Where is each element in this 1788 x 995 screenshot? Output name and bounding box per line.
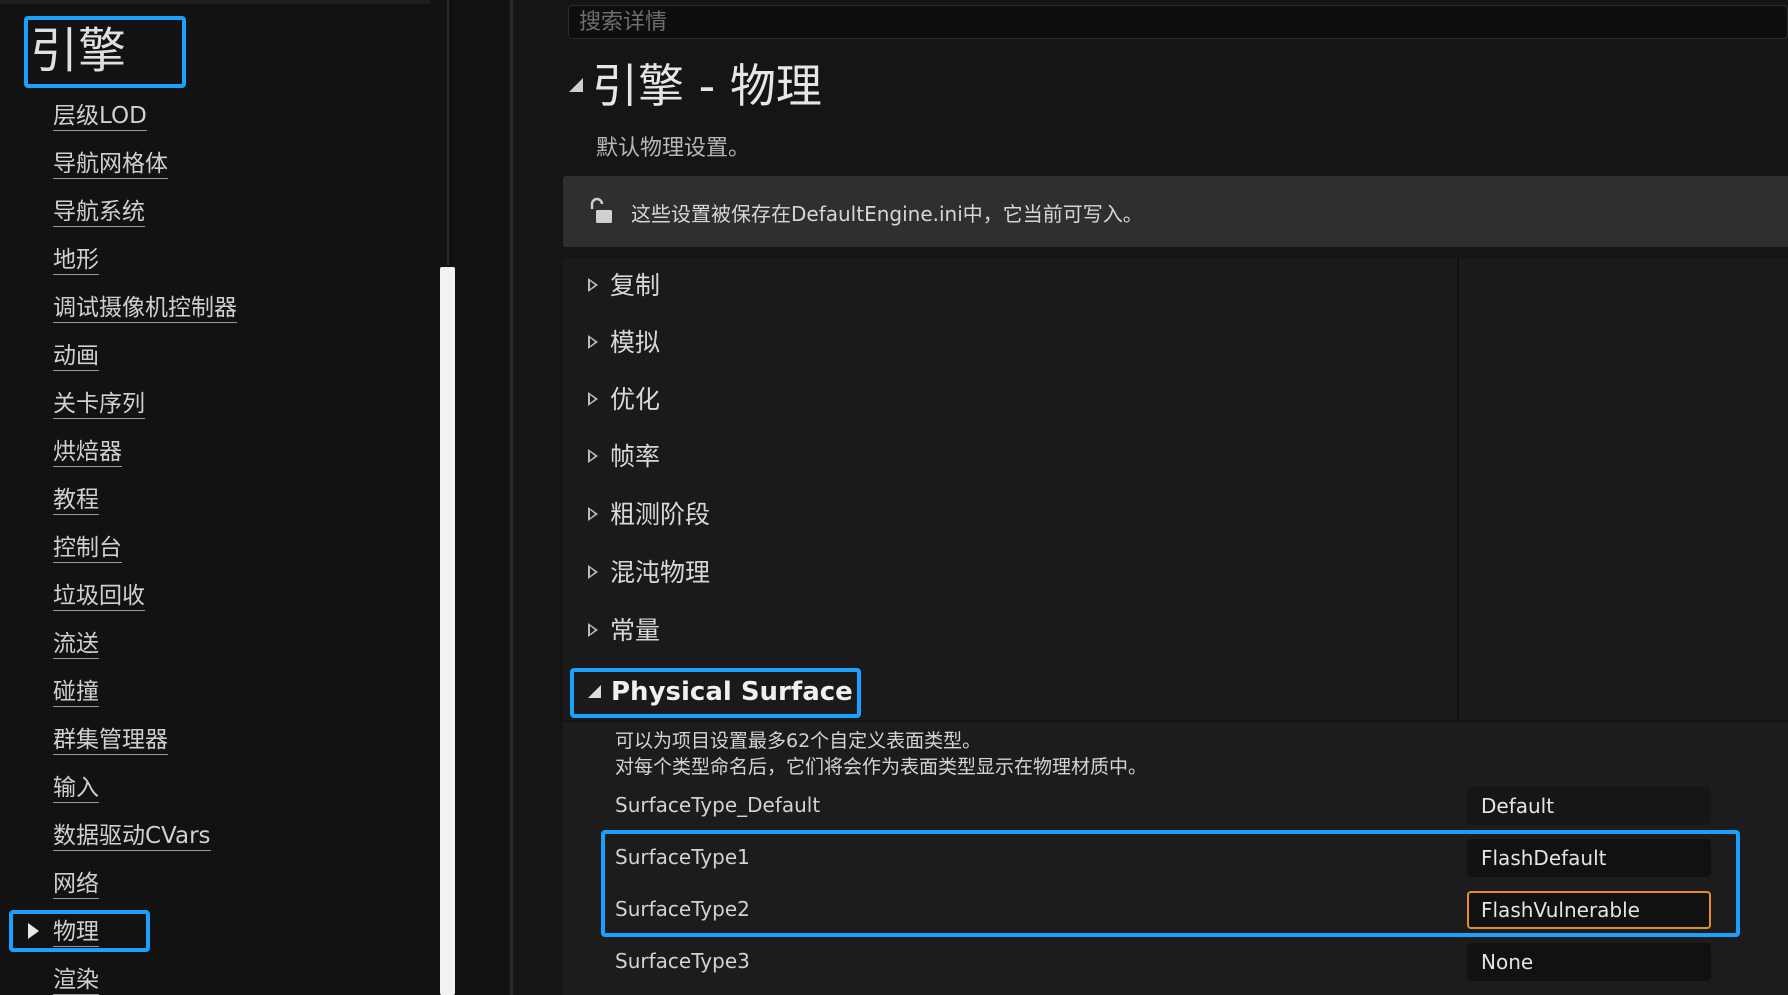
expand-arrow-icon (588, 565, 598, 579)
surface-type3-input[interactable]: None (1467, 943, 1711, 981)
expand-arrow-icon (588, 623, 598, 637)
sidebar-item-label: 导航网格体 (53, 151, 168, 179)
surface-default-value: Default (1467, 787, 1711, 825)
sidebar-item-label: 垃圾回收 (53, 583, 145, 611)
category-chaos-physics[interactable]: 混沌物理 (588, 553, 710, 593)
sidebar-item-label: 网络 (53, 871, 99, 899)
sidebar-item-crowd-manager[interactable]: 群集管理器 (0, 720, 420, 760)
page-title: 引擎 - 物理 (592, 59, 822, 113)
sidebar-item-label: 渲染 (53, 967, 99, 995)
panel-gutter (455, 0, 512, 995)
category-simulation[interactable]: 模拟 (588, 323, 660, 363)
sidebar-item-rendering[interactable]: 渲染 (0, 960, 420, 995)
sidebar-item-input[interactable]: 输入 (0, 768, 420, 808)
sidebar-item-label: 数据驱动CVars (53, 823, 211, 851)
sidebar-item-label: 关卡序列 (53, 391, 145, 419)
category-label: 优化 (610, 385, 661, 414)
expand-arrow-icon (588, 392, 598, 406)
sidebar-item-label: 输入 (53, 775, 99, 803)
physical-surface-description: 可以为项目设置最多62个自定义表面类型。 对每个类型命名后，它们将会作为表面类型… (615, 728, 1147, 780)
sidebar-item-label: 地形 (53, 247, 99, 275)
sidebar-item-navsystem[interactable]: 导航系统 (0, 192, 420, 232)
notice-text: 这些设置被保存在DefaultEngine.ini中，它当前可写入。 (631, 202, 1143, 226)
expand-arrow-icon (588, 507, 598, 521)
sidebar-scrollbar[interactable] (440, 267, 455, 995)
sidebar-item-hlod[interactable]: 层级LOD (0, 96, 420, 136)
sidebar-item-landscape[interactable]: 地形 (0, 240, 420, 280)
sidebar-item-level-sequence[interactable]: 关卡序列 (0, 384, 420, 424)
category-label: 常量 (610, 616, 661, 645)
category-replication[interactable]: 复制 (588, 266, 660, 306)
category-optimization[interactable]: 优化 (588, 380, 660, 420)
sidebar-item-garbage-collection[interactable]: 垃圾回收 (0, 576, 420, 616)
category-label: 粗测阶段 (610, 500, 711, 529)
sidebar-item-animation[interactable]: 动画 (0, 336, 420, 376)
sidebar-item-label: 动画 (53, 343, 99, 371)
sidebar-item-label: 调试摄像机控制器 (53, 295, 237, 323)
sidebar-item-label: 教程 (53, 487, 99, 515)
sidebar-divider (447, 0, 449, 265)
property-name: SurfaceType3 (615, 949, 750, 973)
sidebar-item-label: 导航系统 (53, 199, 145, 227)
sidebar-item-label: 流送 (53, 631, 99, 659)
description-line: 对每个类型命名后，它们将会作为表面类型显示在物理材质中。 (615, 756, 1148, 778)
sidebar-item-label: 层级LOD (53, 103, 147, 131)
sidebar-item-collision[interactable]: 碰撞 (0, 672, 420, 712)
search-details-field[interactable] (568, 5, 1788, 39)
description-line: 可以为项目设置最多62个自定义表面类型。 (615, 730, 982, 752)
search-input[interactable] (569, 6, 1787, 38)
sidebar-section-title: 引擎 (24, 16, 186, 88)
category-broadphase[interactable]: 粗测阶段 (588, 495, 710, 535)
sidebar-item-label: 烘焙器 (53, 439, 122, 467)
property-name: SurfaceType_Default (615, 793, 821, 817)
sidebar-item-label: 控制台 (53, 535, 122, 563)
sidebar-item-console[interactable]: 控制台 (0, 528, 420, 568)
property-row-surface-default: SurfaceType_Default Default (563, 781, 1788, 833)
page-description: 默认物理设置。 (596, 136, 751, 161)
surface-types-highlight (601, 830, 1740, 937)
sidebar-item-cooker[interactable]: 烘焙器 (0, 432, 420, 472)
expand-arrow-icon (588, 278, 598, 292)
sidebar-item-navmesh[interactable]: 导航网格体 (0, 144, 420, 184)
category-label: 混沌物理 (610, 558, 711, 587)
sidebar-item-label: 碰撞 (53, 679, 99, 707)
sidebar-item-streaming[interactable]: 流送 (0, 624, 420, 664)
category-label: 帧率 (610, 442, 661, 471)
active-item-highlight (9, 910, 150, 952)
category-label: 模拟 (610, 328, 661, 357)
sidebar-item-tutorials[interactable]: 教程 (0, 480, 420, 520)
sidebar-item-data-driven-cvars[interactable]: 数据驱动CVars (0, 816, 420, 856)
category-constants[interactable]: 常量 (588, 611, 660, 651)
settings-sidebar: 引擎 层级LOD 导航网格体 导航系统 地形 调试摄像机控制器 动画 关卡序列 … (0, 0, 450, 995)
config-notice-banner: 这些设置被保存在DefaultEngine.ini中，它当前可写入。 (563, 176, 1788, 247)
collapse-triangle-icon[interactable] (569, 78, 583, 92)
sidebar-item-network[interactable]: 网络 (0, 864, 420, 904)
category-list (563, 258, 1788, 720)
category-framerate[interactable]: 帧率 (588, 437, 660, 477)
expand-arrow-icon (588, 449, 598, 463)
expand-arrow-icon (588, 335, 598, 349)
category-label: 复制 (610, 271, 661, 300)
property-row-surface-3: SurfaceType3 None (563, 937, 1788, 989)
sidebar-top-divider (0, 0, 430, 4)
physical-surface-highlight (570, 668, 861, 718)
sidebar-item-debug-camera[interactable]: 调试摄像机控制器 (0, 288, 420, 328)
unlock-icon (590, 197, 612, 223)
sidebar-item-label: 群集管理器 (53, 727, 168, 755)
